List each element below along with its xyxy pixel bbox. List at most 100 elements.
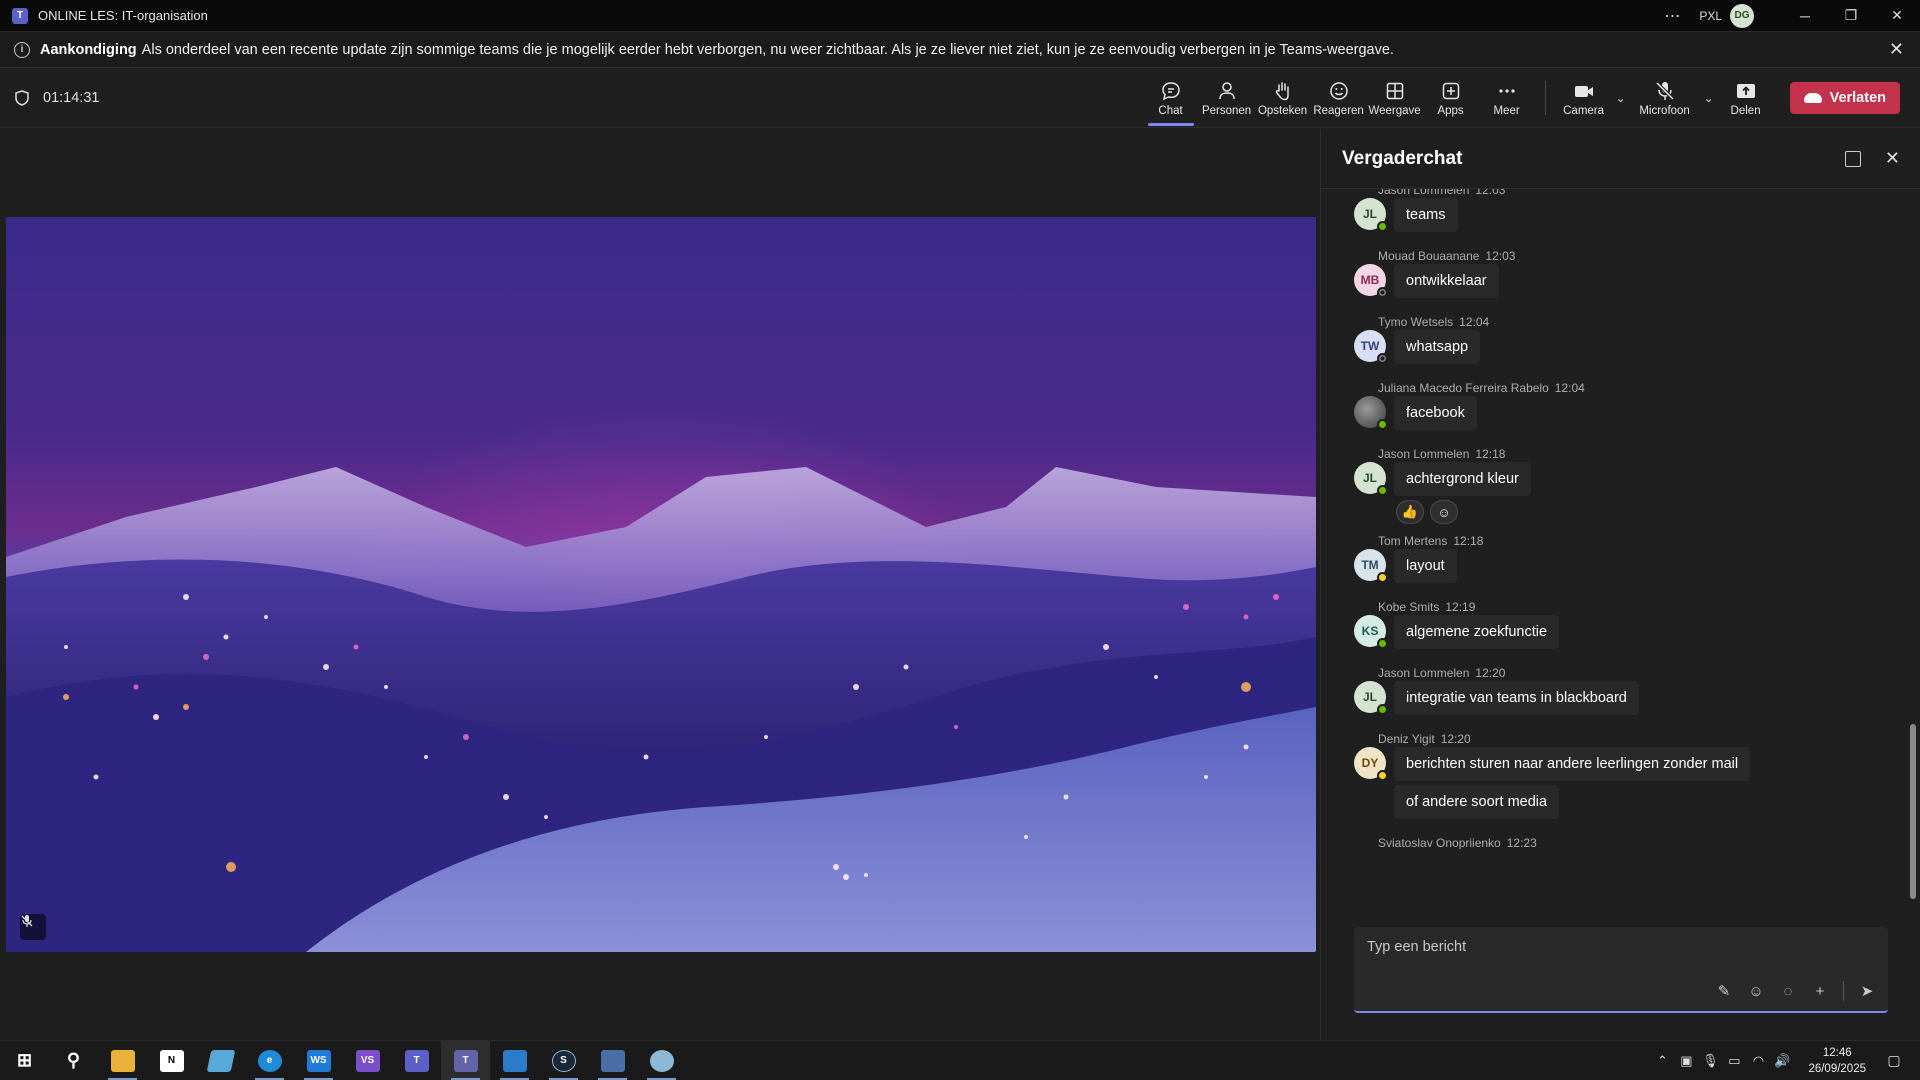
camera-options-chevron-icon[interactable]: ⌄ (1612, 91, 1630, 105)
message-time: 12:23 (1506, 836, 1537, 849)
message-bubble[interactable]: facebook (1394, 396, 1477, 430)
avatar[interactable]: DY (1354, 747, 1388, 781)
format-icon[interactable]: ✎ (1715, 982, 1733, 1000)
message-bubble[interactable]: achtergrond kleur (1394, 462, 1531, 496)
user-avatar[interactable]: DG (1730, 3, 1754, 28)
notion-icon: N (159, 1049, 184, 1072)
avatar[interactable]: TW (1354, 330, 1388, 364)
battery-icon[interactable]: ▭ (1722, 1053, 1746, 1069)
message-bubble[interactable]: whatsapp (1394, 330, 1481, 364)
chat-label: Chat (1158, 104, 1183, 117)
close-chat-button[interactable]: ✕ (1885, 148, 1900, 169)
compose-placeholder[interactable]: Typ een bericht (1367, 939, 1466, 955)
emoji-icon[interactable]: ☺ (1747, 982, 1765, 1000)
teams-classic-button[interactable]: T (392, 1041, 441, 1080)
share-label: Delen (1730, 104, 1761, 117)
window-app-button[interactable] (588, 1041, 637, 1080)
compose-box[interactable]: Typ een bericht ✎ ☺ ◌ + ➤ (1354, 927, 1888, 1013)
avatar-photo[interactable] (1354, 396, 1388, 430)
file-explorer-button[interactable] (98, 1041, 147, 1080)
raise-hand-button[interactable]: Opsteken (1255, 68, 1311, 128)
edge-button[interactable]: e (245, 1041, 294, 1080)
remote-desktop-button[interactable] (490, 1041, 539, 1080)
volume-icon[interactable]: 🔊 (1770, 1053, 1794, 1069)
react-button[interactable]: Reageren (1311, 68, 1367, 128)
apps-button[interactable]: Apps (1423, 68, 1479, 128)
avatar-initials: JL (1362, 690, 1377, 704)
teams-icon: T (404, 1049, 429, 1072)
notification-icon[interactable]: ▢ (1880, 1052, 1908, 1069)
message-bubble[interactable]: algemene zoekfunctie (1394, 615, 1560, 649)
chat-button[interactable]: Chat (1143, 68, 1199, 128)
avatar[interactable]: JL (1354, 462, 1388, 496)
teams-icon: T (453, 1049, 478, 1072)
paint-button[interactable] (637, 1041, 686, 1080)
phone-hangup-icon (1803, 93, 1822, 103)
presence-away-icon (1377, 770, 1388, 781)
search-icon: ⚲ (66, 1050, 81, 1070)
wifi-icon[interactable]: ◠ (1746, 1053, 1770, 1069)
avatar[interactable]: JL (1354, 198, 1388, 232)
avatar[interactable]: MB (1354, 264, 1388, 298)
message-bubble[interactable]: layout (1394, 549, 1457, 583)
teams-button[interactable]: T (441, 1040, 490, 1080)
mic-options-chevron-icon[interactable]: ⌄ (1700, 91, 1718, 105)
shared-video-background (6, 217, 1316, 952)
message-bubble[interactable]: integratie van teams in blackboard (1394, 681, 1639, 715)
visual-studio-button[interactable]: VS (343, 1041, 392, 1080)
message-author: Tymo Wetsels (1378, 315, 1454, 329)
presence-available-icon (1377, 221, 1388, 232)
avatar[interactable]: JL (1354, 681, 1388, 715)
minimize-button[interactable]: ─ (1782, 0, 1828, 32)
announcement-label: Aankondiging (40, 41, 137, 58)
send-icon[interactable]: ➤ (1858, 982, 1876, 1000)
microphone-button[interactable]: Microfoon (1630, 68, 1700, 128)
meet-now-icon[interactable]: ▣ (1674, 1053, 1698, 1069)
message-bubble[interactable]: ontwikkelaar (1394, 264, 1499, 298)
camera-button[interactable]: Camera (1556, 68, 1612, 128)
view-button[interactable]: Weergave (1367, 68, 1423, 128)
camera-icon (1574, 85, 1593, 97)
steam-button[interactable]: S (539, 1041, 588, 1080)
thumbs-up-reaction[interactable]: 👍 (1396, 500, 1424, 524)
participant-mic-off-icon (20, 914, 46, 940)
more-button[interactable]: Meer (1479, 68, 1535, 128)
microphone-icon[interactable]: 🎙 (1698, 1053, 1722, 1069)
webstorm-button[interactable]: WS (294, 1041, 343, 1080)
presence-available-icon (1377, 485, 1388, 496)
message-bubble[interactable]: berichten sturen naar andere leerlingen … (1394, 747, 1751, 781)
clock[interactable]: 12:46 26/09/2025 (1808, 1045, 1866, 1077)
avatar[interactable]: KS (1354, 615, 1388, 649)
message-bubble[interactable]: of andere soort media (1394, 785, 1560, 819)
start-button[interactable]: ⊞ (0, 1041, 49, 1080)
share-icon (1736, 83, 1755, 98)
microphone-label: Microfoon (1639, 104, 1690, 117)
share-button[interactable]: Delen (1718, 68, 1774, 128)
notion-button[interactable]: N (147, 1041, 196, 1080)
palette-icon (649, 1049, 674, 1072)
more-label: Meer (1493, 104, 1520, 117)
message-bubble[interactable]: teams (1394, 198, 1458, 232)
camera-label: Camera (1563, 104, 1605, 117)
presence-available-icon (1377, 638, 1388, 649)
close-window-button[interactable]: ✕ (1874, 0, 1920, 32)
loop-icon[interactable]: ◌ (1779, 982, 1797, 1000)
chevron-up-icon[interactable]: ⌃ (1650, 1053, 1674, 1069)
avatar-initials: MB (1360, 273, 1380, 287)
app-button[interactable] (196, 1041, 245, 1080)
leave-button[interactable]: Verlaten (1789, 82, 1900, 114)
restore-button[interactable]: ❐ (1828, 0, 1874, 32)
popout-icon[interactable] (1844, 150, 1861, 167)
close-announcement-button[interactable]: ✕ (1889, 39, 1904, 60)
chat-scrollbar[interactable] (1910, 724, 1916, 899)
add-reaction-icon[interactable]: ☺ (1430, 500, 1458, 524)
search-button[interactable]: ⚲ (49, 1041, 98, 1080)
folder-icon (110, 1049, 135, 1072)
people-button[interactable]: Personen (1199, 68, 1255, 128)
add-icon[interactable]: + (1811, 982, 1829, 1000)
avatar[interactable]: TM (1354, 549, 1388, 583)
chat-message-list[interactable]: Jason Lommelen 12:03 JL teams Mouad Bouaa… (1321, 189, 1920, 849)
avatar-initials: DY (1361, 756, 1379, 770)
more-options-icon[interactable]: ⋯ (1664, 6, 1681, 26)
ellipsis-icon (1498, 88, 1515, 93)
